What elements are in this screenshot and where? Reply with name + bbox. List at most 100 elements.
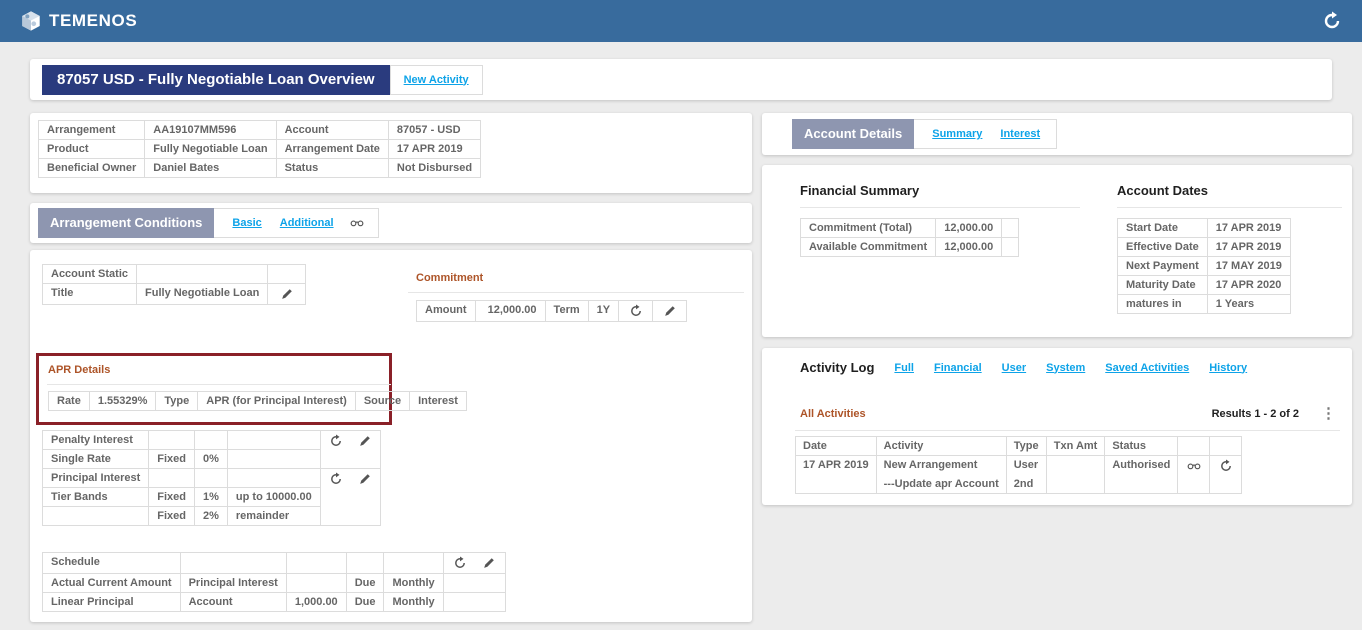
tab-interest[interactable]: Interest [1000,128,1040,140]
status-value: Not Disbursed [388,159,480,178]
tier1-band: up to 10000.00 [227,488,320,507]
divider [800,207,1080,208]
principal-interest-header: Principal Interest [43,469,149,488]
refresh-icon[interactable] [329,434,343,448]
schedule-row1-value: Principal Interest [180,574,286,593]
table-row: Commitment (Total) 12,000.00 [801,219,1019,238]
commitment-total-label: Commitment (Total) [801,219,936,238]
rate-value: 1.55329% [89,392,156,411]
maturity-date-value: 17 APR 2020 [1207,276,1290,295]
schedule-row2-due: Due [346,593,384,612]
account-static-table: Account Static Title Fully Negotiable Lo… [42,264,306,305]
tier2-rate: 2% [195,507,228,526]
single-rate-label: Single Rate [43,450,149,469]
refresh-icon[interactable] [1322,11,1342,31]
edit-icon[interactable] [358,472,372,486]
schedule-row1-label: Actual Current Amount [43,574,181,593]
beneficial-owner-label: Beneficial Owner [39,159,145,178]
new-activity-box: New Activity [390,65,483,95]
schedule-row1-freq: Monthly [384,574,443,593]
arrangement-date-value: 17 APR 2019 [388,140,480,159]
tier2-type: Fixed [149,507,195,526]
commitment-title: Commitment [408,272,744,284]
temenos-logo[interactable]: TEMENOS [20,10,137,32]
table-row: Start Date 17 APR 2019 [1118,219,1291,238]
tab-basic[interactable]: Basic [232,217,261,229]
account-summary-panel: Financial Summary Commitment (Total) 12,… [762,165,1352,337]
temenos-cube-icon [20,10,42,32]
type-cell: User 2nd [1006,456,1046,494]
divider [47,384,391,385]
commitment-total-value: 12,000.00 [936,219,1002,238]
maturity-date-label: Maturity Date [1118,276,1208,295]
edit-icon[interactable] [663,304,677,318]
tab-financial[interactable]: Financial [934,362,982,374]
penalty-interest-header: Penalty Interest [43,431,149,450]
tier2-band: remainder [227,507,320,526]
page-title-panel: 87057 USD - Fully Negotiable Loan Overvi… [30,59,1332,100]
table-row: Rate 1.55329% Type APR (for Principal In… [49,392,467,411]
apr-details-table: Rate 1.55329% Type APR (for Principal In… [48,391,467,411]
table-row: Account Static [43,265,306,284]
edit-icon[interactable] [280,287,294,301]
col-date: Date [796,437,877,456]
financial-summary-title: Financial Summary [800,183,1080,198]
schedule-header: Schedule [43,553,181,574]
kebab-menu-icon[interactable]: ⋮ [1321,406,1336,421]
edit-icon[interactable] [358,434,372,448]
arrangement-info-table: Arrangement AA19107MM596 Account 87057 -… [38,120,481,178]
table-row: matures in 1 Years [1118,295,1291,314]
tab-history[interactable]: History [1209,362,1247,374]
results-count: Results 1 - 2 of 2 [1212,408,1299,420]
type-label: Type [156,392,198,411]
schedule-row1-amount [286,574,346,593]
refresh-icon[interactable] [629,304,643,318]
start-date-label: Start Date [1118,219,1208,238]
single-rate-value: 0% [195,450,228,469]
schedule-row2-freq: Monthly [384,593,443,612]
account-dates-title: Account Dates [1117,183,1342,198]
schedule-row2-amount: 1,000.00 [286,593,346,612]
tab-full[interactable]: Full [894,362,914,374]
edit-icon[interactable] [482,556,496,570]
refresh-icon[interactable] [329,472,343,486]
interest-conditions-table: Penalty Interest Single Rate Fixed 0% Pr… [42,430,381,526]
view-icon[interactable] [350,216,364,230]
type-line-1: User [1014,459,1039,471]
tier-bands-label: Tier Bands [43,488,149,507]
commitment-table: Amount 12,000.00 Term 1Y [416,300,687,322]
activity-cell: New Arrangement ---Update apr Account [876,456,1006,494]
account-label: Account [276,121,388,140]
apr-details-title: APR Details [48,364,389,376]
table-row: Beneficial Owner Daniel Bates Status Not… [39,159,481,178]
rate-label: Rate [49,392,90,411]
start-date-value: 17 APR 2019 [1207,219,1290,238]
refresh-icon[interactable] [453,556,467,570]
table-row: Linear Principal Account 1,000.00 Due Mo… [43,593,506,612]
account-dates-section: Account Dates Start Date 17 APR 2019 Eff… [1117,183,1342,314]
available-commitment-value: 12,000.00 [936,238,1002,257]
account-details-header: Account Details Summary Interest [792,119,1057,149]
activity-date: 17 APR 2019 [796,456,877,494]
amount-label: Amount [417,301,476,322]
tab-user[interactable]: User [1002,362,1026,374]
table-header-row: Date Activity Type Txn Amt Status [796,437,1242,456]
next-payment-label: Next Payment [1118,257,1208,276]
activity-line-2: ---Update apr Account [884,478,999,490]
history-icon[interactable] [1219,459,1233,473]
activity-log-panel: Activity Log Full Financial User System … [762,348,1352,505]
term-value: 1Y [588,301,618,322]
new-activity-link[interactable]: New Activity [404,74,469,86]
table-row: Effective Date 17 APR 2019 [1118,238,1291,257]
tab-saved-activities[interactable]: Saved Activities [1105,362,1189,374]
account-details-title: Account Details [792,119,914,149]
schedule-row1-due: Due [346,574,384,593]
app-header: TEMENOS [0,0,1362,42]
table-row: Actual Current Amount Principal Interest… [43,574,506,593]
account-id: 87057 - USD [388,121,480,140]
view-icon[interactable] [1187,459,1201,473]
tab-system[interactable]: System [1046,362,1085,374]
beneficial-owner-value: Daniel Bates [145,159,276,178]
tab-summary[interactable]: Summary [932,128,982,140]
tab-additional[interactable]: Additional [280,217,334,229]
